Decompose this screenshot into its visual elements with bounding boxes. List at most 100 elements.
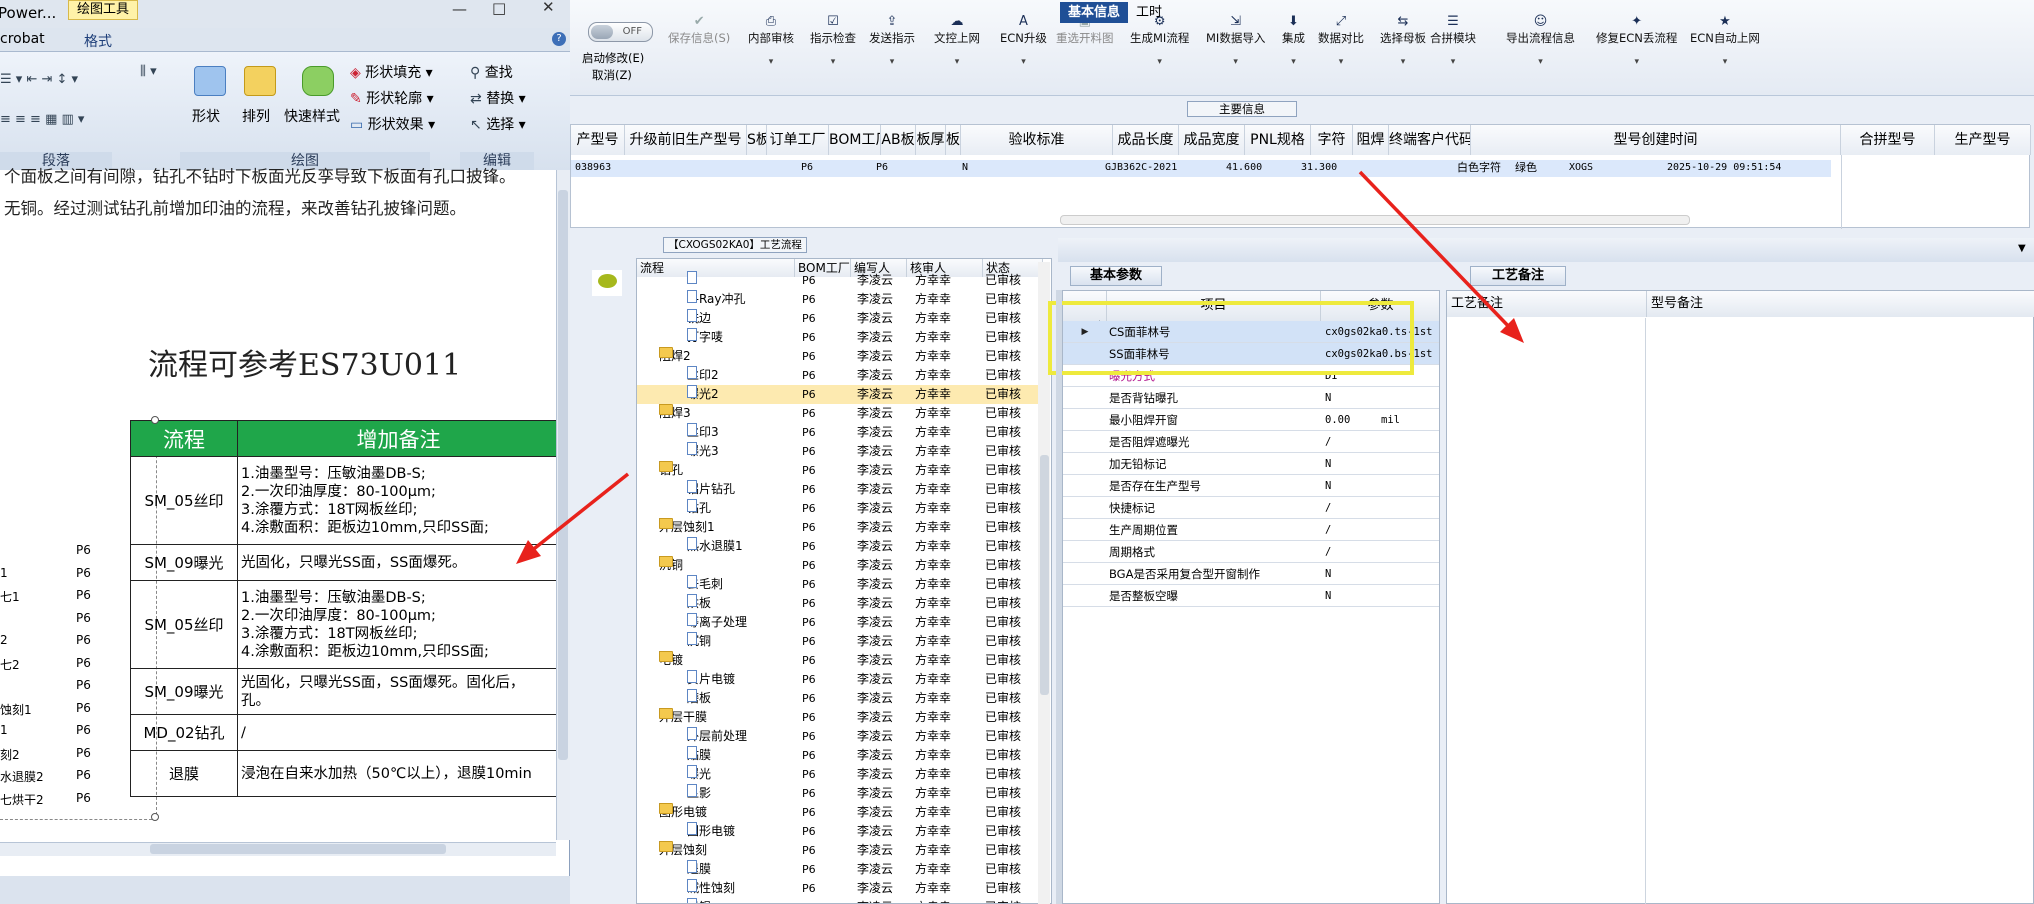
ab-button[interactable]: A ECN升级 ▾ (1000, 14, 1047, 67)
close-icon[interactable]: ✕ (542, 0, 555, 16)
panel-splitter[interactable] (1056, 290, 1062, 904)
bullet-list-icon[interactable]: ☰ ▾ ⇤ ⇥ ↕ ▾ (0, 72, 78, 87)
param-value[interactable]: / (1325, 497, 1331, 519)
grid-header-5[interactable]: AB板 (881, 125, 916, 155)
tree-row[interactable]: 碱性蚀刻 P6 李凌云 方幸幸 已审核 (637, 879, 1041, 898)
shape-outline-button[interactable]: ✎ 形状轮廓 ▾ (350, 88, 434, 108)
quick-styles-button[interactable]: 快速样式 (284, 106, 340, 126)
tree-row[interactable]: −外层干膜 P6 李凌云 方幸幸 已审核 (637, 708, 1041, 727)
wrench-button[interactable]: ✦ 修复ECN丢流程 ▾ (1596, 14, 1677, 67)
smile-button[interactable]: ☺ 导出流程信息 ▾ (1506, 14, 1575, 67)
param-value[interactable]: / (1325, 541, 1331, 563)
param-row[interactable]: 是否整板空曝 N (1063, 585, 1439, 607)
doc-vertical-thumb[interactable] (558, 190, 568, 760)
print-button[interactable]: ⎙ 内部审核 ▾ (748, 14, 794, 67)
replace-button[interactable]: ⇄ 替换 ▾ (470, 88, 526, 108)
grid-header-1[interactable]: 升级前旧生产型号 (625, 125, 747, 155)
grid-header-3[interactable]: 订单工厂 (767, 125, 829, 155)
cancel-label[interactable]: 取消(Z) (592, 67, 632, 83)
grid-header-12[interactable]: 字符 (1311, 125, 1353, 155)
tree-row[interactable]: P6 李凌云 方幸幸 已审核 (637, 271, 1041, 290)
param-row[interactable]: 是否背钻曝孔 N (1063, 387, 1439, 409)
arrange-icon[interactable] (244, 66, 276, 96)
param-value[interactable]: N (1325, 585, 1331, 607)
maximize-icon[interactable]: □ (492, 0, 506, 17)
tree-row[interactable]: 曝光2 P6 李凌云 方幸幸 已审核 (637, 385, 1041, 404)
comment-bubble-icon[interactable] (592, 270, 622, 296)
tree-row[interactable]: 显影 P6 李凌云 方幸幸 已审核 (637, 784, 1041, 803)
grid-selected-row[interactable] (571, 160, 1831, 177)
dropdown-arrow-icon[interactable]: ▾ (1596, 57, 1677, 67)
tree-row[interactable]: X-Ray冲孔 P6 李凌云 方幸幸 已审核 (637, 290, 1041, 309)
tree-row[interactable]: 热水退膜1 P6 李凌云 方幸幸 已审核 (637, 537, 1041, 556)
grid-header-8[interactable]: 验收标准 (961, 125, 1113, 155)
dropdown-arrow-icon[interactable]: ▾ (1380, 57, 1426, 67)
doc-horizontal-thumb[interactable] (150, 844, 446, 854)
select-button[interactable]: ↖ 选择 ▾ (470, 114, 526, 134)
tree-row[interactable]: 贴膜 P6 李凌云 方幸幸 已审核 (637, 746, 1041, 765)
tree-row[interactable]: −外层蚀刻 P6 李凌云 方幸幸 已审核 (637, 841, 1041, 860)
grid-header-2[interactable]: S板 (747, 125, 767, 155)
tree-row[interactable]: −外层蚀刻1 P6 李凌云 方幸幸 已审核 (637, 518, 1041, 537)
param-row[interactable]: 生产周期位置 / (1063, 519, 1439, 541)
check-button[interactable]: ✔ 保存信息(S) (668, 14, 730, 57)
dropdown-arrow-icon[interactable]: ▾ (1206, 57, 1265, 67)
tree-row[interactable]: 铣边 P6 李凌云 方幸幸 已审核 (637, 309, 1041, 328)
param-value[interactable]: / (1325, 431, 1331, 453)
param-value[interactable]: 0.00 (1325, 409, 1350, 431)
arrange-button[interactable]: 排列 (242, 106, 270, 126)
download-button[interactable]: ⬇ 集成 ▾ (1282, 14, 1305, 67)
checkbox-button[interactable]: ☑ 指示检查 ▾ (810, 14, 856, 67)
tree-row[interactable]: 钻孔 P6 李凌云 方幸幸 已审核 (637, 499, 1041, 518)
grid-header-0[interactable]: 产型号 (571, 125, 625, 155)
param-row[interactable]: BGA是否采用复合型开窗制作 N (1063, 563, 1439, 585)
tree-row[interactable]: 丝印3 P6 李凌云 方幸幸 已审核 (637, 423, 1041, 442)
grid-horizontal-scrollbar[interactable] (1060, 215, 1690, 225)
dropdown-arrow-icon[interactable]: ▾ (1430, 57, 1476, 67)
shape-icon[interactable] (194, 66, 226, 96)
dropdown-arrow-icon[interactable]: ▾ (1690, 57, 1760, 67)
dropdown-arrow-icon[interactable]: ▾ (1318, 57, 1364, 67)
grid-header-13[interactable]: 阻焊 (1353, 125, 1389, 155)
upload-button[interactable]: ⇪ 发送指示 ▾ (869, 14, 915, 67)
shape-effects-button[interactable]: ▭ 形状效果 ▾ (350, 114, 435, 134)
dropdown-arrow-icon[interactable]: ▾ (1282, 57, 1305, 67)
tree-row[interactable]: 烘板 P6 李凌云 方幸幸 已审核 (637, 594, 1041, 613)
grid-header-7[interactable]: 板材 (946, 125, 961, 155)
tree-row[interactable]: 铝片钻孔 P6 李凌云 方幸幸 已审核 (637, 480, 1041, 499)
param-row[interactable]: 最小阻焊开窗 0.00 mil (1063, 409, 1439, 431)
param-row[interactable]: 是否阻焊遮曝光 / (1063, 431, 1439, 453)
grid-header-4[interactable]: BOM工厂 (829, 125, 881, 155)
tree-row[interactable]: 沉铜 P6 李凌云 方幸幸 已审核 (637, 632, 1041, 651)
resize-handle-bottom[interactable] (151, 813, 159, 821)
param-value[interactable]: N (1325, 387, 1331, 409)
star-button[interactable]: ★ ECN自动上网 ▾ (1690, 14, 1760, 67)
tab-acrobat[interactable]: crobat (0, 31, 45, 47)
tree-row[interactable]: 退锡 P6 李凌云 方幸幸 已审核 (637, 898, 1041, 903)
dropdown-arrow-icon[interactable]: ▾ (1506, 57, 1575, 67)
tree-row[interactable]: −电镀 P6 李凌云 方幸幸 已审核 (637, 651, 1041, 670)
tree-row[interactable]: 磨板 P6 李凌云 方幸幸 已审核 (637, 689, 1041, 708)
grid-header-16[interactable]: 合拼型号 (1841, 125, 1935, 155)
quick-styles-icon[interactable] (302, 66, 334, 96)
tree-row[interactable]: −阻焊2 P6 李凌云 方幸幸 已审核 (637, 347, 1041, 366)
remarks-column-divider[interactable] (1645, 318, 1646, 904)
subtab-basic-params[interactable]: 基本参数 (1070, 266, 1162, 286)
param-row[interactable]: 周期格式 / (1063, 541, 1439, 563)
grid-header-10[interactable]: 成品宽度 (1179, 125, 1245, 155)
param-value[interactable]: N (1325, 563, 1331, 585)
minimize-icon[interactable]: — (452, 0, 467, 18)
resize-handle-top[interactable] (151, 416, 159, 424)
dropdown-arrow-icon[interactable]: ▾ (748, 57, 794, 67)
tab-strip-dropdown-icon[interactable]: ▼ (2018, 243, 2026, 254)
modify-toggle-switch[interactable]: OFF (588, 22, 653, 42)
dropdown-arrow-icon[interactable]: ▾ (1130, 57, 1189, 67)
dropdown-arrow-icon[interactable]: ▾ (869, 57, 915, 67)
grid-header-6[interactable]: 板厚 (916, 125, 946, 155)
tree-row[interactable]: 退膜 P6 李凌云 方幸幸 已审核 (637, 860, 1041, 879)
tree-row[interactable]: 打字唛 P6 李凌云 方幸幸 已审核 (637, 328, 1041, 347)
tab-process-remarks[interactable]: 工艺备注 (1470, 266, 1566, 286)
param-row[interactable]: 是否存在生产型号 N (1063, 475, 1439, 497)
find-button[interactable]: ⚲ 查找 (470, 62, 513, 82)
align-icons[interactable]: ≡ ≡ ≡ ▦ ▥ ▾ (0, 112, 84, 127)
